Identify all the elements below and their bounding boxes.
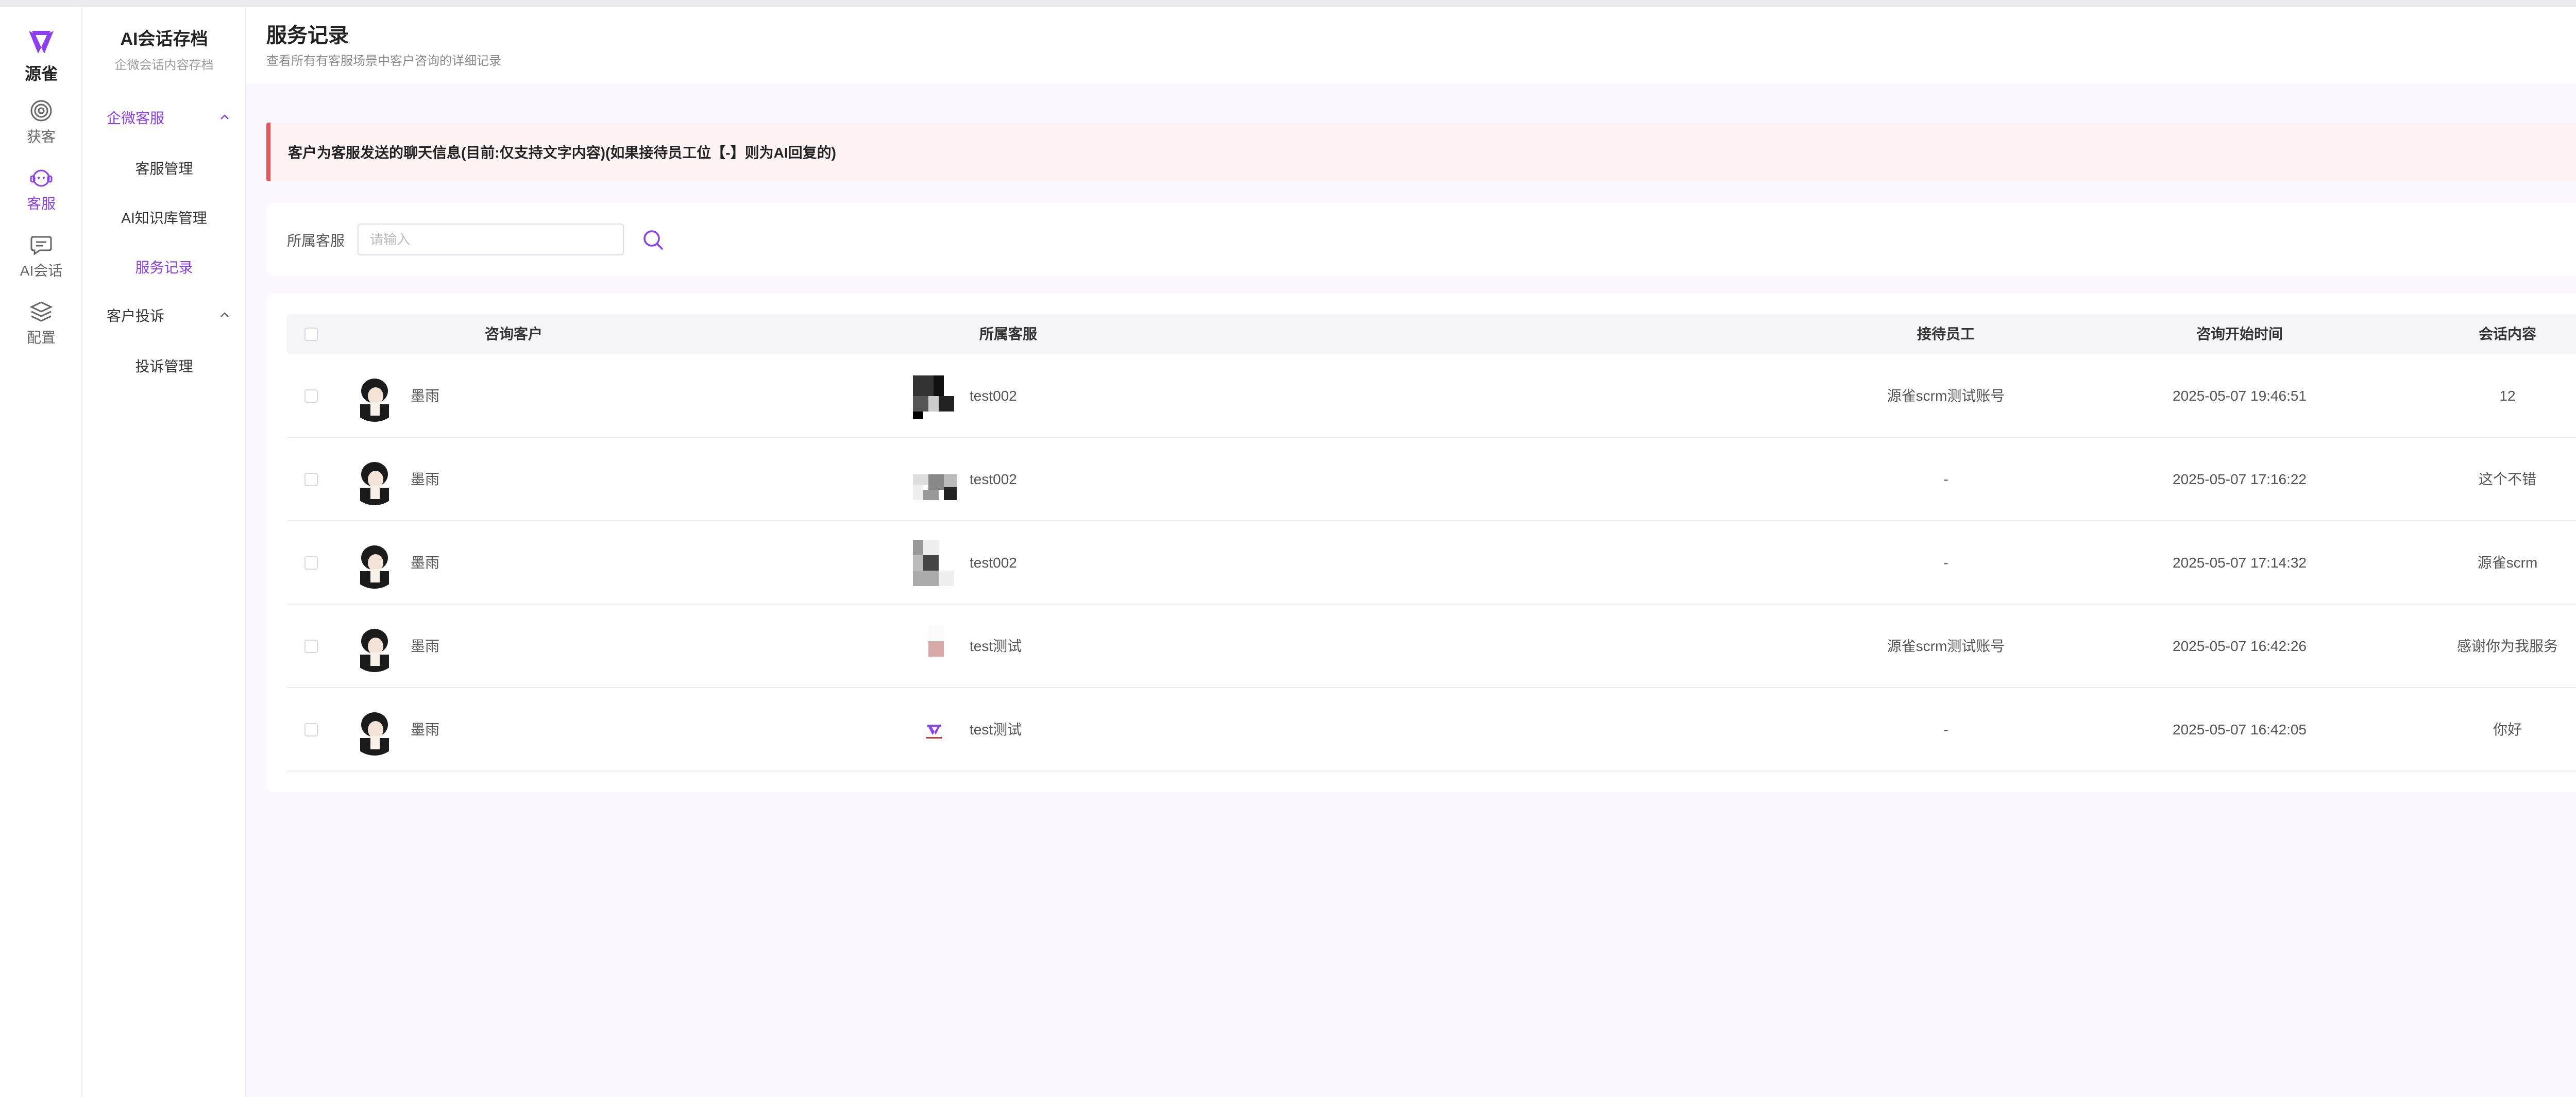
- start-time-cell: 2025-05-07 17:16:22: [2173, 471, 2307, 487]
- rail-item-support[interactable]: 客服: [0, 166, 82, 213]
- rail-item-ai-chat-label: AI会话: [20, 263, 63, 279]
- service-avatar: [908, 621, 959, 672]
- chevron-up-icon: [221, 114, 229, 119]
- sidebar-subtitle: 企微会话内容存档: [114, 58, 214, 72]
- chat-icon: [30, 236, 52, 255]
- customer-name: 墨雨: [411, 638, 440, 654]
- row-checkbox[interactable]: [304, 389, 318, 403]
- table-row[interactable]: 墨雨 test002 - 2025-05-07 17:16:22 这个不错: [287, 438, 2576, 521]
- table-row[interactable]: 墨雨 test002 - 2025-05-07 17:14:32 源雀scrm: [287, 521, 2576, 605]
- service-name: test002: [970, 471, 1017, 487]
- col-header-staff: 接待员工: [1917, 326, 1975, 342]
- records-table: 咨询客户 所属客服 接待员工 咨询开始时间 会话内容 墨雨 test002 源雀…: [266, 294, 2576, 792]
- service-filter-input[interactable]: [358, 224, 624, 255]
- customer-avatar: [349, 704, 400, 756]
- page-title: 服务记录: [266, 24, 349, 47]
- app-logo: 源雀: [0, 27, 82, 84]
- service-name: test测试: [970, 638, 1022, 654]
- sidebar-item-service-records[interactable]: 服务记录: [82, 256, 246, 277]
- sidebar-group-complaints[interactable]: 客户投诉: [107, 305, 230, 325]
- sidebar-group-label: 客户投诉: [107, 308, 165, 324]
- service-name: test002: [970, 388, 1017, 404]
- logo-icon: [29, 31, 54, 54]
- icon-rail: 源雀 获客 客服 AI会话 配置: [0, 7, 82, 1097]
- rail-item-support-label: 客服: [26, 196, 56, 212]
- page-subtitle: 查看所有有客服场景中客户咨询的详细记录: [266, 54, 501, 68]
- staff-cell: -: [1943, 471, 1948, 487]
- staff-cell: -: [1943, 722, 1948, 738]
- col-header-service: 所属客服: [979, 326, 1037, 342]
- start-time-cell: 2025-05-07 16:42:05: [2173, 722, 2307, 738]
- service-avatar: [908, 537, 959, 589]
- row-checkbox[interactable]: [304, 723, 318, 736]
- sidebar-item-ai-knowledge[interactable]: AI知识库管理: [82, 207, 246, 228]
- customer-avatar: [349, 370, 400, 422]
- customer-name: 墨雨: [411, 722, 440, 738]
- filter-label: 所属客服: [287, 233, 345, 249]
- service-name: test测试: [970, 722, 1022, 738]
- customer-name: 墨雨: [411, 555, 440, 571]
- customer-name: 墨雨: [411, 471, 440, 487]
- sidebar-item-complaint-manage[interactable]: 投诉管理: [82, 355, 246, 376]
- rail-item-config[interactable]: 配置: [0, 300, 82, 347]
- start-time-cell: 2025-05-07 19:46:51: [2173, 388, 2307, 404]
- rail-item-ai-chat[interactable]: AI会话: [0, 233, 82, 280]
- start-time-cell: 2025-05-07 17:14:32: [2173, 555, 2307, 571]
- logo-text: 源雀: [24, 64, 58, 83]
- sidebar-group-wecom-support[interactable]: 企微客服: [107, 107, 230, 128]
- service-name: test002: [970, 555, 1017, 571]
- service-avatar: [908, 704, 959, 756]
- staff-cell: 源雀scrm测试账号: [1887, 388, 2005, 404]
- content-cell: 12: [2499, 388, 2516, 404]
- secondary-sidebar: AI会话存档 企微会话内容存档 企微客服 客服管理 AI知识库管理 服务记录 客…: [82, 7, 246, 1097]
- content-cell: 感谢你为我服务: [2456, 638, 2558, 654]
- search-icon[interactable]: [641, 228, 666, 252]
- select-all-checkbox[interactable]: [304, 328, 318, 341]
- start-time-cell: 2025-05-07 16:42:26: [2173, 638, 2307, 654]
- customer-name: 墨雨: [411, 388, 440, 404]
- customer-avatar: [349, 621, 400, 672]
- target-icon: [30, 100, 52, 122]
- chevron-up-icon: [221, 312, 229, 317]
- notice-banner: 客户为客服发送的聊天信息(目前:仅支持文字内容)(如果接待员工位【-】则为AI回…: [266, 123, 2576, 181]
- notice-text: 客户为客服发送的聊天信息(目前:仅支持文字内容)(如果接待员工位【-】则为AI回…: [288, 145, 836, 161]
- row-checkbox[interactable]: [304, 556, 318, 570]
- layers-icon: [29, 301, 53, 322]
- support-icon: [30, 169, 53, 187]
- table-row[interactable]: 墨雨 test002 源雀scrm测试账号 2025-05-07 19:46:5…: [287, 354, 2576, 438]
- customer-avatar: [349, 454, 400, 505]
- service-avatar: [908, 454, 959, 505]
- table-row[interactable]: 墨雨 test测试 - 2025-05-07 16:42:05 你好: [287, 688, 2576, 772]
- rail-item-acquire[interactable]: 获客: [0, 99, 82, 146]
- row-checkbox[interactable]: [304, 473, 318, 486]
- content-cell: 你好: [2493, 722, 2522, 738]
- customer-avatar: [349, 537, 400, 589]
- rail-item-config-label: 配置: [26, 330, 56, 346]
- col-header-content: 会话内容: [2478, 326, 2536, 342]
- rail-item-acquire-label: 获客: [26, 129, 56, 145]
- content-cell: 这个不错: [2478, 471, 2536, 487]
- table-header: 咨询客户 所属客服 接待员工 咨询开始时间 会话内容: [287, 314, 2576, 354]
- col-header-customer: 咨询客户: [484, 326, 543, 342]
- service-avatar: [908, 370, 959, 422]
- sidebar-title: AI会话存档: [120, 29, 208, 49]
- row-checkbox[interactable]: [304, 640, 318, 653]
- col-header-start-time: 咨询开始时间: [2196, 326, 2283, 342]
- sidebar-item-support-manage[interactable]: 客服管理: [82, 158, 246, 178]
- staff-cell: 源雀scrm测试账号: [1887, 638, 2005, 654]
- content-cell: 源雀scrm: [2477, 555, 2538, 571]
- window-top-border: [0, 0, 2576, 7]
- filter-card: 所属客服: [266, 203, 2576, 276]
- table-row[interactable]: 墨雨 test测试 源雀scrm测试账号 2025-05-07 16:42:26…: [287, 605, 2576, 688]
- staff-cell: -: [1943, 555, 1948, 571]
- page-header: [246, 7, 2576, 83]
- sidebar-group-label: 企微客服: [107, 110, 165, 126]
